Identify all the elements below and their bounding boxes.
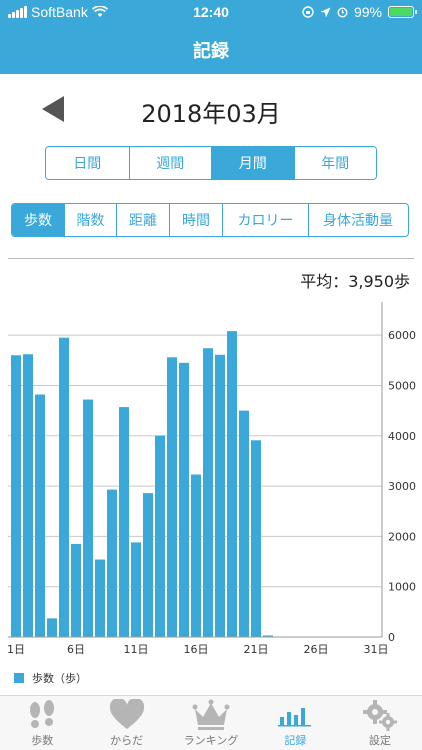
average-steps: 平均：3,950歩 [300, 272, 410, 291]
tab-floors[interactable]: 階数 [64, 204, 116, 236]
month-selector: 2018年03月 [0, 90, 422, 130]
tabbar-item-body[interactable]: からだ [84, 696, 168, 750]
tab-weekly[interactable]: 週間 [128, 147, 211, 179]
steps-bar-chart: 0 1000 2000 3000 4000 5000 6000 1日 6日 11日 16日 21日 26… [7, 302, 416, 656]
tabbar-item-ranking[interactable]: ランキング [169, 696, 253, 750]
x-tick-label: 26日 [304, 643, 329, 656]
battery-percent: 99% [353, 4, 382, 20]
x-tick-label: 1日 [7, 643, 25, 656]
tab-daily[interactable]: 日間 [46, 147, 129, 179]
bar [47, 618, 57, 637]
bar [167, 357, 177, 637]
period-segmented-control: 日間 週間 月間 年間 [45, 146, 377, 180]
bar [239, 410, 249, 637]
bar [203, 348, 213, 637]
bar [131, 542, 141, 637]
status-bar: SoftBank 12:40 99% [0, 0, 422, 24]
tab-calories[interactable]: カロリー [222, 204, 308, 236]
bar [155, 435, 165, 637]
bar [35, 394, 45, 637]
tabbar-item-steps[interactable]: 歩数 [0, 696, 84, 750]
location-icon [320, 7, 331, 17]
navigation-bar: 記録 [0, 24, 422, 74]
tabbar-item-records[interactable]: 記録 [253, 696, 337, 750]
x-tick-label: 21日 [244, 643, 269, 656]
bar [23, 354, 33, 637]
bar [59, 337, 69, 637]
gears-icon [360, 698, 400, 732]
bar [95, 559, 105, 637]
battery-fill [390, 8, 412, 16]
x-tick-label: 16日 [184, 643, 209, 656]
bar [143, 493, 153, 637]
tabbar-label: からだ [110, 734, 144, 747]
bar [251, 440, 261, 637]
alarm-icon [337, 7, 348, 18]
tabbar-label: ランキング [183, 734, 239, 747]
legend-swatch [14, 673, 24, 683]
y-tick-label: 3000 [388, 480, 416, 493]
month-label: 2018年03月 [141, 100, 281, 128]
y-tick-label: 0 [388, 631, 395, 644]
tabbar-item-settings[interactable]: 設定 [338, 696, 422, 750]
y-tick-label: 5000 [388, 379, 416, 392]
x-tick-label: 6日 [67, 643, 85, 656]
chart-legend: 歩数（歩） [14, 670, 87, 686]
bar [179, 362, 189, 637]
bar [107, 489, 117, 637]
y-tick-label: 4000 [388, 430, 416, 443]
bar [71, 543, 81, 637]
divider [8, 258, 414, 259]
tabbar-label: 記録 [284, 734, 307, 747]
page-title: 記録 [193, 41, 229, 62]
tab-activity[interactable]: 身体活動量 [308, 204, 407, 236]
heart-icon [108, 698, 146, 732]
metric-segmented-control: 歩数 階数 距離 時間 カロリー 身体活動量 [11, 203, 409, 237]
bar [227, 331, 237, 637]
tabbar-label: 設定 [368, 734, 391, 747]
y-tick-label: 2000 [388, 530, 416, 543]
x-tick-label: 31日 [364, 643, 389, 656]
bar-chart-icon [277, 698, 313, 732]
x-tick-label: 11日 [124, 643, 149, 656]
bar [215, 354, 225, 637]
bar [119, 407, 129, 637]
status-right: 99% [302, 4, 417, 20]
tab-bar: 歩数 からだ ランキング 記録 設定 [0, 695, 422, 750]
bar [11, 355, 21, 637]
tab-monthly[interactable]: 月間 [211, 147, 294, 179]
legend-label: 歩数（歩） [32, 672, 87, 685]
tabbar-label: 歩数 [31, 734, 54, 747]
battery-icon [388, 6, 417, 18]
bar [191, 474, 201, 637]
bar [83, 399, 93, 637]
crown-icon [191, 698, 231, 732]
tab-steps[interactable]: 歩数 [12, 204, 64, 236]
y-tick-label: 1000 [388, 581, 416, 594]
orientation-lock-icon [302, 6, 314, 18]
y-tick-label: 6000 [388, 329, 416, 342]
footprints-icon [22, 698, 62, 732]
tab-distance[interactable]: 距離 [116, 204, 169, 236]
tab-yearly[interactable]: 年間 [293, 147, 376, 179]
tab-time[interactable]: 時間 [169, 204, 222, 236]
